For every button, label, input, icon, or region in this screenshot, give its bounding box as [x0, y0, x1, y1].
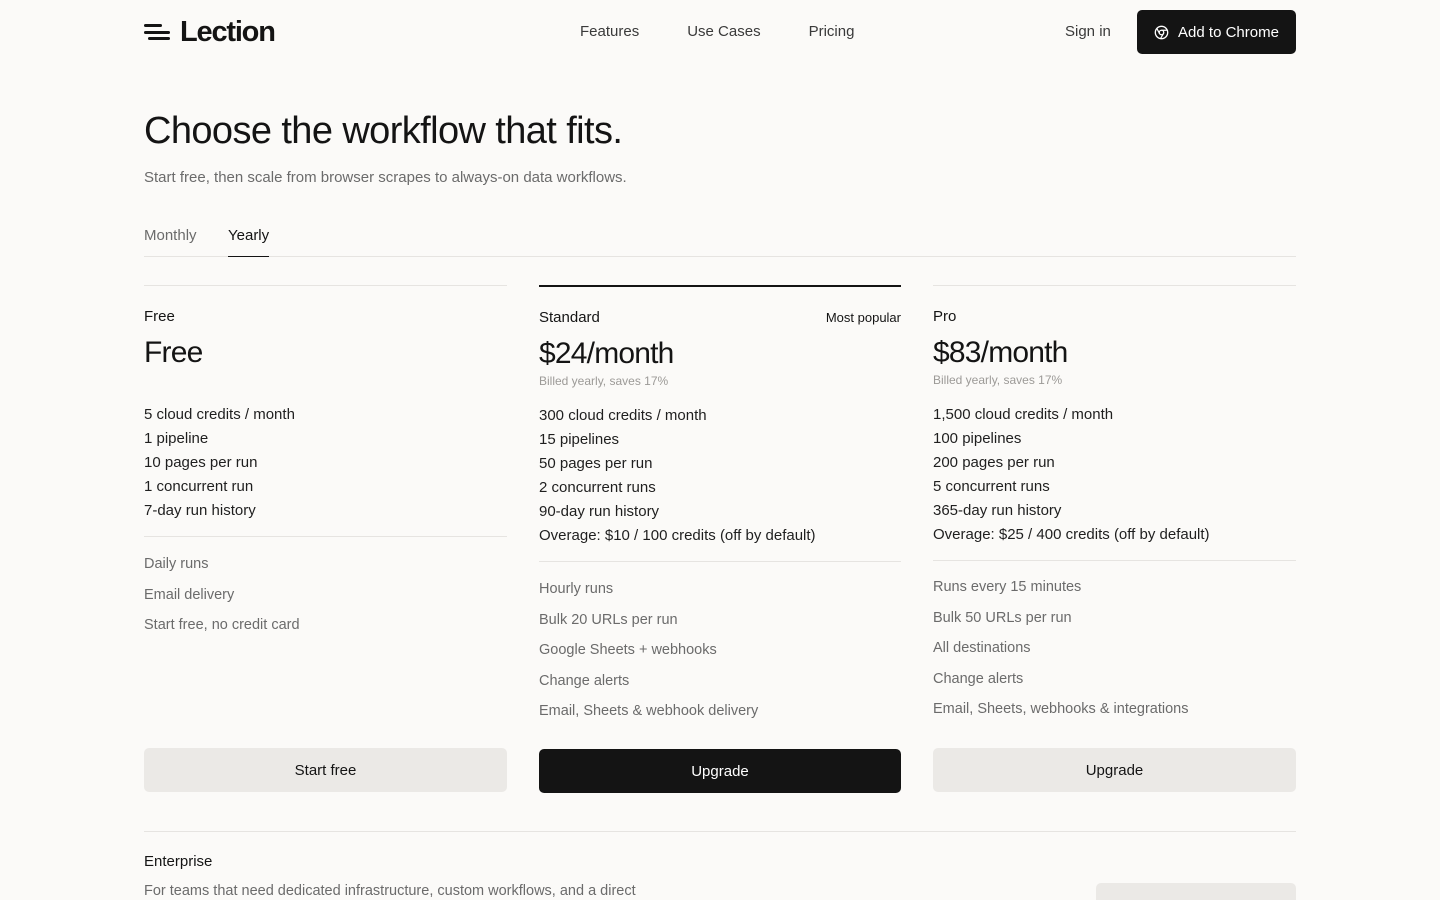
plan-features: Runs every 15 minutes Bulk 50 URLs per r… [933, 578, 1296, 731]
upgrade-pro-button[interactable]: Upgrade [933, 748, 1296, 792]
feature-item: Runs every 15 minutes [933, 579, 1082, 595]
site-header: Lection Features Use Cases Pricing Sign … [144, 10, 1296, 54]
limit-item: 7-day run history [144, 502, 256, 519]
nav-use-cases[interactable]: Use Cases [687, 22, 760, 42]
limit-item: 1,500 cloud credits / month [933, 406, 1114, 423]
plan-price: Free [144, 336, 203, 369]
billing-period-tabs: Monthly Yearly [144, 226, 1296, 257]
plan-price: $24/month [539, 337, 674, 370]
plan-divider [933, 560, 1296, 561]
plan-name: Standard [539, 309, 600, 326]
main-nav: Features Use Cases Pricing [580, 22, 854, 42]
logo[interactable]: Lection [144, 16, 276, 48]
feature-item: Email, Sheets & webhook delivery [539, 703, 759, 719]
feature-item: Daily runs [144, 556, 209, 572]
feature-item: Bulk 50 URLs per run [933, 609, 1072, 626]
limit-item: 5 cloud credits / month [144, 406, 295, 423]
feature-item: Google Sheets + webhooks [539, 642, 717, 658]
page-title: Choose the workflow that fits. [144, 110, 623, 152]
contact-sales-button[interactable] [1096, 883, 1296, 900]
most-popular-badge: Most popular [825, 310, 901, 325]
plan-name: Free [144, 308, 175, 325]
limit-item: 2 concurrent runs [539, 479, 656, 496]
plan-name: Pro [933, 308, 957, 325]
plan-card-free: Free Free 5 cloud credits / month 1 pipe… [144, 285, 507, 792]
limit-item: Overage: $10 / 100 credits (off by defau… [539, 527, 816, 544]
plan-card-pro: Pro $83/month Billed yearly, saves 17% 1… [933, 285, 1296, 792]
feature-item: Start free, no credit card [144, 617, 300, 633]
sign-in-link[interactable]: Sign in [1065, 22, 1111, 42]
limit-item: 90-day run history [539, 503, 660, 520]
limit-item: 5 concurrent runs [933, 478, 1050, 495]
feature-item: Email, Sheets, webhooks & integrations [933, 701, 1189, 717]
limit-item: 10 pages per run [144, 454, 258, 471]
add-to-chrome-button[interactable]: Add to Chrome [1137, 10, 1296, 54]
limit-item: 1 concurrent run [144, 478, 254, 495]
plan-divider [144, 536, 507, 537]
feature-item: Email delivery [144, 586, 235, 603]
feature-item: Bulk 20 URLs per run [539, 611, 678, 628]
logo-icon [144, 22, 170, 42]
logo-text: Lection [180, 16, 276, 48]
limit-item: Overage: $25 / 400 credits (off by defau… [933, 526, 1210, 543]
limit-item: 1 pipeline [144, 430, 209, 447]
add-to-chrome-label: Add to Chrome [1178, 23, 1279, 41]
plan-features: Hourly runs Bulk 20 URLs per run Google … [539, 580, 901, 733]
plan-limits: 300 cloud credits / month 15 pipelines 5… [539, 404, 901, 548]
limit-item: 365-day run history [933, 502, 1062, 519]
nav-features[interactable]: Features [580, 22, 639, 42]
chrome-icon [1154, 25, 1169, 39]
limit-item: 50 pages per run [539, 455, 653, 472]
plan-limits: 5 cloud credits / month 1 pipeline 10 pa… [144, 403, 507, 523]
feature-item: All destinations [933, 640, 1031, 656]
feature-item: Change alerts [933, 670, 1024, 687]
billing-note: Billed yearly, saves 17% [539, 374, 669, 388]
feature-item: Hourly runs [539, 581, 614, 597]
limit-item: 200 pages per run [933, 454, 1055, 471]
start-free-button[interactable]: Start free [144, 748, 507, 792]
limit-item: 15 pipelines [539, 431, 620, 448]
plan-limits: 1,500 cloud credits / month 100 pipeline… [933, 403, 1296, 547]
nav-pricing[interactable]: Pricing [809, 22, 855, 42]
enterprise-description: For teams that need dedicated infrastruc… [144, 883, 636, 899]
billing-note: Billed yearly, saves 17% [933, 373, 1063, 387]
plan-features: Daily runs Email delivery Start free, no… [144, 555, 507, 647]
page-subtitle: Start free, then scale from browser scra… [144, 169, 627, 186]
upgrade-standard-button[interactable]: Upgrade [539, 749, 901, 793]
tab-yearly[interactable]: Yearly [228, 226, 270, 257]
enterprise-divider [144, 831, 1296, 832]
tab-monthly[interactable]: Monthly [144, 226, 197, 257]
enterprise-title: Enterprise [144, 853, 213, 870]
plan-divider [539, 561, 901, 562]
limit-item: 300 cloud credits / month [539, 407, 707, 424]
plan-card-standard: Standard Most popular $24/month Billed y… [539, 285, 901, 793]
plan-price: $83/month [933, 336, 1068, 369]
limit-item: 100 pipelines [933, 430, 1022, 447]
feature-item: Change alerts [539, 672, 630, 689]
